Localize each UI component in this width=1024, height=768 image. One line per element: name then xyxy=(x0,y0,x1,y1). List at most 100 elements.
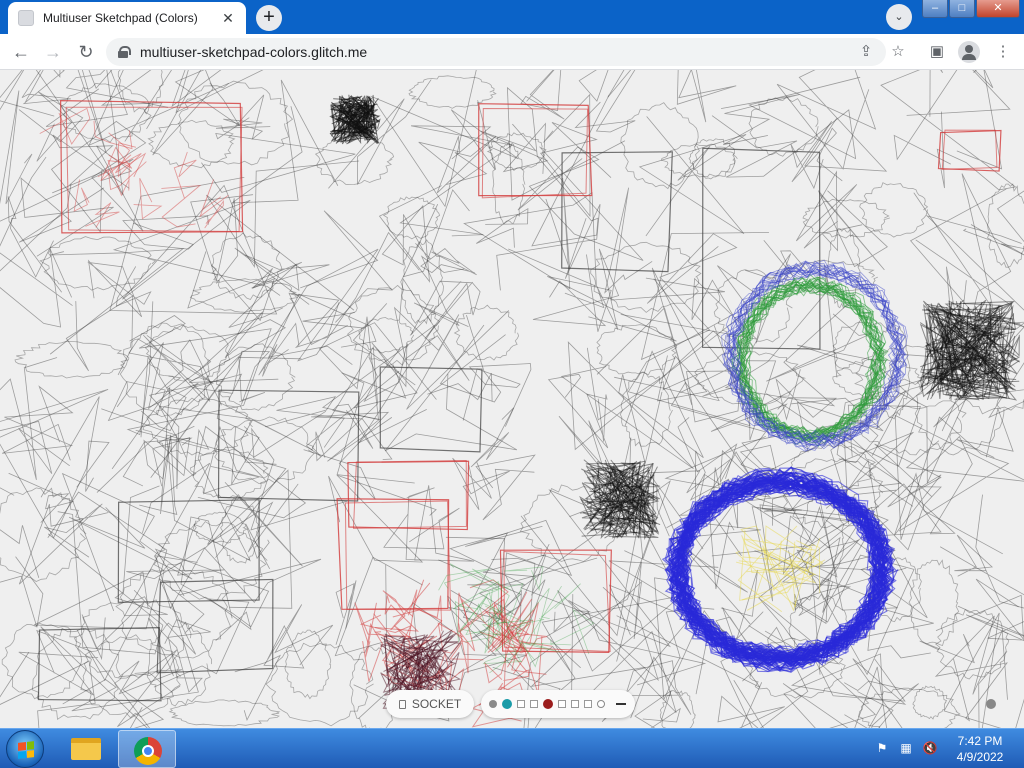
scribble-stroke xyxy=(463,177,597,290)
scribble-stroke xyxy=(189,278,301,313)
scribble-stroke xyxy=(624,656,692,719)
scribble-stroke xyxy=(996,190,1024,256)
palette-swatch-5[interactable] xyxy=(543,699,553,709)
scribble-stroke xyxy=(207,482,303,567)
scribble-stroke xyxy=(530,561,646,688)
scribble-stroke xyxy=(908,559,960,647)
scribble-stroke xyxy=(60,82,152,143)
scribble-stroke xyxy=(373,589,418,650)
scribble-stroke xyxy=(353,342,418,409)
scribble-stroke xyxy=(189,448,269,499)
scribble-stroke xyxy=(574,70,636,133)
scribble-stroke xyxy=(265,642,374,727)
maximize-button[interactable]: □ xyxy=(949,0,975,18)
socket-status-pill[interactable]: SOCKET xyxy=(386,690,474,718)
network-icon[interactable]: ▦ xyxy=(898,740,914,756)
system-clock[interactable]: 7:42 PM 4/9/2022 xyxy=(946,733,1014,765)
chrome-menu-icon[interactable]: ⋮ xyxy=(992,41,1014,63)
scribble-stroke xyxy=(153,521,268,601)
scribble-stroke xyxy=(790,657,907,728)
scribble-stroke xyxy=(638,116,747,237)
share-icon[interactable]: ⇪ xyxy=(855,41,877,63)
scribble-stroke xyxy=(204,199,224,229)
url-text[interactable]: multiuser-sketchpad-colors.glitch.me xyxy=(140,44,367,60)
forward-button[interactable]: → xyxy=(41,40,65,64)
lock-icon[interactable] xyxy=(118,46,131,58)
address-bar[interactable]: multiuser-sketchpad-colors.glitch.me xyxy=(106,38,886,66)
scribble-stroke xyxy=(265,396,345,448)
palette-swatch-8[interactable] xyxy=(584,700,592,708)
action-center-flag-icon[interactable]: ⚑ xyxy=(874,740,890,756)
close-window-button[interactable]: ✕ xyxy=(976,0,1020,18)
scribble-stroke xyxy=(73,179,90,212)
start-button[interactable] xyxy=(6,730,44,768)
browser-tab-active[interactable]: Multiuser Sketchpad (Colors) ✕ xyxy=(8,2,246,34)
windows-logo-icon xyxy=(18,741,34,759)
scribble-stroke xyxy=(362,622,383,682)
back-button[interactable]: ← xyxy=(9,40,33,64)
minimize-button[interactable]: – xyxy=(922,0,948,18)
tab-search-button[interactable]: ⌄ xyxy=(886,4,912,30)
scribble-stroke xyxy=(250,411,348,531)
socket-icon xyxy=(398,699,406,709)
scribble-stroke xyxy=(117,499,260,603)
scribble-stroke xyxy=(427,373,493,402)
scribble-stroke xyxy=(604,187,725,301)
scribble-stroke xyxy=(934,608,1010,680)
scribble-stroke xyxy=(470,407,515,468)
palette-swatch-10[interactable] xyxy=(616,703,626,705)
palette-swatch-4[interactable] xyxy=(530,700,538,708)
scribble-stroke xyxy=(284,629,332,700)
scribble-stroke xyxy=(318,316,437,444)
browser-titlebar: Multiuser Sketchpad (Colors) ✕ + ⌄ – □ ✕ xyxy=(0,0,1024,34)
scribble-stroke xyxy=(126,301,272,436)
palette-swatch-7[interactable] xyxy=(571,700,579,708)
scribble-stroke xyxy=(676,70,737,123)
browser-toolbar: ← → ↻ multiuser-sketchpad-colors.glitch.… xyxy=(0,34,1024,70)
favicon-icon xyxy=(18,10,34,26)
volume-muted-icon[interactable]: 🔇 xyxy=(922,740,938,756)
palette-swatch-2[interactable] xyxy=(502,699,512,709)
scribble-stroke xyxy=(349,646,398,728)
scribble-stroke xyxy=(717,680,785,728)
scribble-stroke xyxy=(378,185,442,283)
scribble-stroke xyxy=(561,151,673,273)
scribble-stroke xyxy=(305,345,400,462)
scribble-stroke xyxy=(133,578,205,655)
scribble-stroke xyxy=(0,389,109,539)
palette-swatch-3[interactable] xyxy=(517,700,525,708)
scribble-stroke xyxy=(520,70,565,120)
scribble-stroke xyxy=(476,207,529,248)
scribble-stroke xyxy=(547,373,609,449)
scribble-stroke xyxy=(314,134,395,186)
palette-swatch-6[interactable] xyxy=(558,700,566,708)
clock-time: 7:42 PM xyxy=(957,734,1003,748)
profile-avatar[interactable] xyxy=(958,41,980,63)
scribble-stroke xyxy=(465,519,573,577)
reload-button[interactable]: ↻ xyxy=(74,40,98,64)
scribble-stroke xyxy=(76,440,110,492)
new-tab-button[interactable]: + xyxy=(256,5,282,31)
scribble-stroke xyxy=(344,500,452,611)
tab-close-icon[interactable]: ✕ xyxy=(220,10,236,27)
drawing-layer[interactable] xyxy=(0,70,1024,728)
scribble-stroke xyxy=(935,578,1024,641)
taskbar-file-explorer[interactable] xyxy=(56,730,114,768)
scribble-stroke xyxy=(230,79,339,204)
scribble-stroke xyxy=(87,259,152,318)
scribble-stroke xyxy=(766,313,873,382)
scribble-stroke xyxy=(100,70,163,129)
side-panel-icon[interactable]: ▣ xyxy=(926,41,948,63)
bookmark-star-icon[interactable]: ☆ xyxy=(887,41,909,63)
scribble-stroke xyxy=(618,350,704,464)
sketchpad-canvas[interactable]: SOCKET xyxy=(0,70,1024,728)
scribble-stroke xyxy=(619,371,673,447)
scribble-stroke xyxy=(133,177,163,220)
taskbar-chrome[interactable] xyxy=(118,730,176,768)
palette-swatch-1[interactable] xyxy=(489,700,497,708)
scribble-stroke xyxy=(1,622,83,700)
scribble-stroke xyxy=(795,170,863,252)
palette-swatch-9[interactable] xyxy=(597,700,605,708)
scribble-stroke xyxy=(0,525,40,578)
scribble-stroke xyxy=(21,70,71,105)
